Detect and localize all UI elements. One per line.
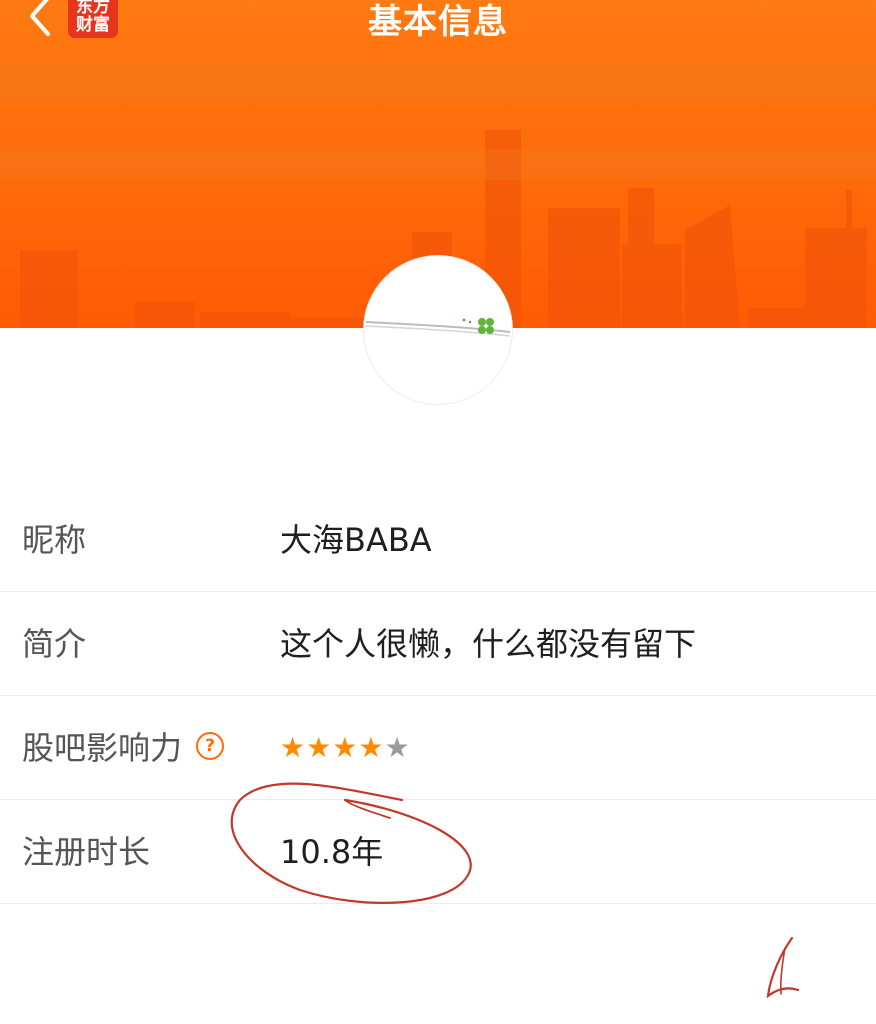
star-filled-icon: ★ (280, 731, 307, 764)
info-row-nickname: 昵称 大海BABA (0, 488, 876, 592)
page-title: 基本信息 (368, 2, 508, 42)
help-icon[interactable]: ? (196, 732, 225, 760)
star-filled-icon: ★ (332, 731, 359, 764)
registration-label: 注册时长 (22, 833, 151, 871)
bio-label: 简介 (22, 625, 87, 663)
avatar-image (365, 318, 511, 337)
info-row-bio: 简介 这个人很懒，什么都没有留下 (0, 592, 876, 696)
info-row-influence: 股吧影响力? ★★★★★ (0, 696, 876, 800)
star-empty-icon: ★ (384, 731, 411, 764)
bio-value: 这个人很懒，什么都没有留下 (280, 625, 697, 663)
influence-label: 股吧影响力 (22, 729, 183, 767)
nickname-label: 昵称 (22, 521, 87, 559)
info-list: 昵称 大海BABA 简介 这个人很懒，什么都没有留下 股吧影响力? ★★★★★ … (0, 488, 876, 904)
registration-value: 10.8年 (280, 833, 384, 871)
profile-page: 东方 财富 基本信息 昵称 大海BABA 简介 这个人很懒，什么都没有留下 股吧… (0, 0, 876, 1024)
influence-rating: ★★★★★ (280, 696, 411, 800)
info-row-registration: 注册时长 10.8年 (0, 800, 876, 904)
influence-label-wrap: 股吧影响力? (22, 696, 225, 800)
star-filled-icon: ★ (306, 731, 333, 764)
avatar[interactable] (364, 256, 512, 404)
star-filled-icon: ★ (358, 731, 385, 764)
nickname-value: 大海BABA (280, 521, 432, 559)
